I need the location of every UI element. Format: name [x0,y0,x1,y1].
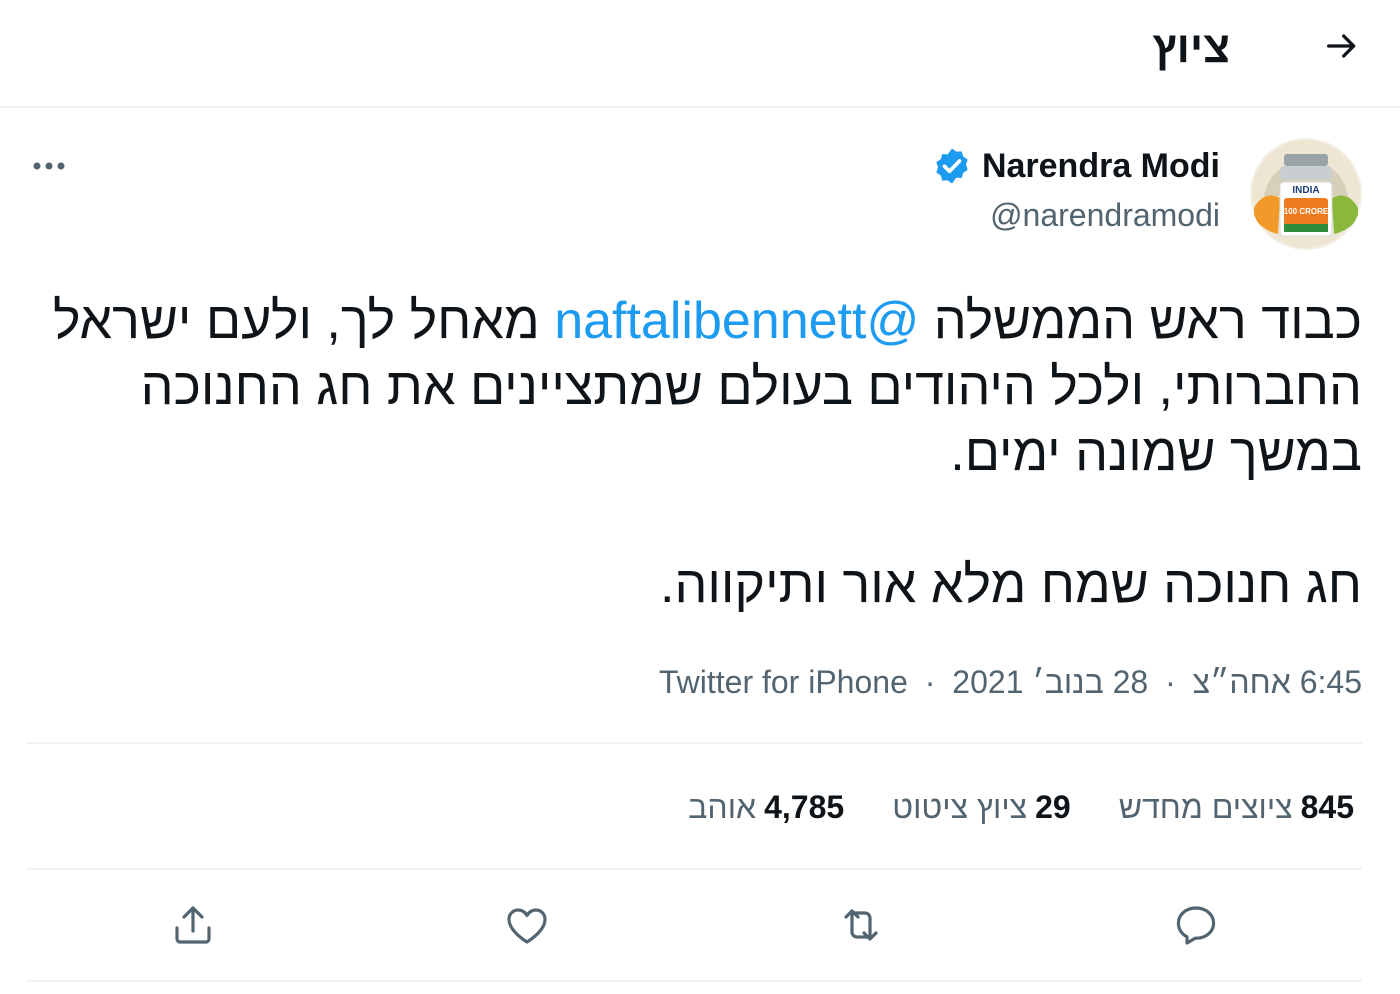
author-name[interactable]: Narendra Modi [982,144,1220,188]
tweet-actions [0,886,1400,962]
tweet-date[interactable]: 28 בנוב׳ 2021 [952,664,1148,700]
share-icon [175,906,211,944]
retweets-count: 845 [1300,789,1354,825]
tweet-paragraph-1: כבוד ראש הממשלה @naftalibennett מאחל לך,… [32,288,1362,486]
likes-stat[interactable]: 4,785אוהב [688,782,844,832]
tweet-detail: INDIA 100 CRORE Narendra Modi @narendram… [0,108,1400,994]
quotes-label: ציוץ ציטוט [892,789,1028,825]
page-header: ציוץ [0,0,1400,108]
quotes-stat[interactable]: 29ציוץ ציטוט [892,782,1071,832]
author-handle[interactable]: @narendramodi [990,194,1220,236]
avatar-image: INDIA 100 CRORE [1250,138,1362,250]
retweets-stat[interactable]: 845ציוצים מחדש [1119,782,1354,832]
heart-icon [507,908,547,944]
tweet-text: כבוד ראש הממשלה @naftalibennett מאחל לך,… [32,288,1362,618]
mention-link[interactable]: @naftalibennett [554,292,919,350]
retweet-button[interactable] [834,898,888,952]
svg-text:100 CRORE: 100 CRORE [1284,207,1329,216]
likes-label: אוהב [688,789,757,825]
share-button[interactable] [166,898,220,952]
tweet-text-part-1: כבוד ראש הממשלה [919,292,1362,350]
retweet-icon [844,909,878,941]
tweet-meta: 6:45 אחה״צ · 28 בנוב׳ 2021 · Twitter for… [659,660,1362,704]
quotes-count: 29 [1035,789,1071,825]
back-button[interactable] [1318,22,1366,70]
page-title: ציוץ [1152,23,1230,72]
tweet-source[interactable]: Twitter for iPhone [659,664,908,700]
author-info: Narendra Modi [932,144,1220,188]
divider [26,742,1362,744]
like-button[interactable] [500,898,554,952]
meta-separator: · [1165,664,1176,700]
meta-separator: · [924,664,936,700]
tweet-paragraph-2: חג חנוכה שמח מלא אור ותיקווה. [660,556,1362,614]
tweet-stats: 845ציוצים מחדש 29ציוץ ציטוט 4,785אוהב [688,782,1354,832]
more-icon [33,162,65,170]
divider [26,868,1362,870]
reply-button[interactable] [1169,898,1223,952]
svg-text:INDIA: INDIA [1292,185,1319,196]
arrow-right-icon [1327,34,1356,58]
reply-icon [1176,906,1216,945]
verified-badge-icon [932,146,972,186]
tweet-time[interactable]: 6:45 אחה״צ [1193,664,1362,700]
likes-count: 4,785 [764,789,845,825]
more-options-button[interactable] [24,146,74,186]
retweets-label: ציוצים מחדש [1118,789,1293,825]
avatar[interactable]: INDIA 100 CRORE [1250,138,1362,250]
divider [26,980,1362,982]
